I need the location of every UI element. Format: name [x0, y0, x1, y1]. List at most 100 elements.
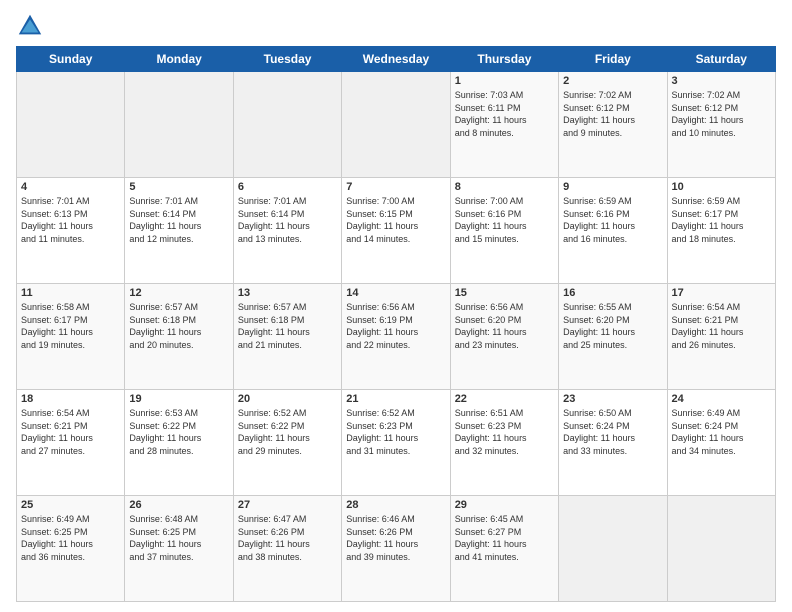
day-number: 11: [21, 287, 120, 299]
day-info: Sunrise: 6:50 AMSunset: 6:24 PMDaylight:…: [563, 407, 662, 457]
day-info: Sunrise: 6:54 AMSunset: 6:21 PMDaylight:…: [672, 301, 771, 351]
calendar-cell: 18Sunrise: 6:54 AMSunset: 6:21 PMDayligh…: [17, 390, 125, 496]
weekday-header-monday: Monday: [125, 47, 233, 72]
day-info: Sunrise: 7:01 AMSunset: 6:14 PMDaylight:…: [238, 195, 337, 245]
calendar-cell: 1Sunrise: 7:03 AMSunset: 6:11 PMDaylight…: [450, 72, 558, 178]
calendar-cell: 12 Sunrise: 6:57 AMSunset: 6:18 PMDayligh…: [125, 284, 233, 390]
weekday-header-friday: Friday: [559, 47, 667, 72]
day-info: Sunrise: 6:51 AMSunset: 6:23 PMDaylight:…: [455, 407, 554, 457]
day-info: Sunrise: 6:48 AMSunset: 6:25 PMDaylight:…: [129, 513, 228, 563]
weekday-header-row: SundayMondayTuesdayWednesdayThursdayFrid…: [17, 47, 776, 72]
calendar-cell: 17 Sunrise: 6:54 AMSunset: 6:21 PMDayligh…: [667, 284, 775, 390]
day-info: Sunrise: 7:00 AMSunset: 6:15 PMDaylight:…: [346, 195, 445, 245]
day-number: 10: [672, 181, 771, 193]
logo-icon: [16, 12, 44, 40]
calendar-cell: 5 Sunrise: 7:01 AMSunset: 6:14 PMDaylight…: [125, 178, 233, 284]
day-number: 23: [563, 393, 662, 405]
day-number: 17: [672, 287, 771, 299]
weekday-header-saturday: Saturday: [667, 47, 775, 72]
week-row-1: 1Sunrise: 7:03 AMSunset: 6:11 PMDaylight…: [17, 72, 776, 178]
day-number: 7: [346, 181, 445, 193]
day-info: Sunrise: 7:01 AMSunset: 6:13 PMDaylight:…: [21, 195, 120, 245]
day-number: 20: [238, 393, 337, 405]
day-number: 24: [672, 393, 771, 405]
day-number: 3: [672, 75, 771, 87]
calendar-cell: 24 Sunrise: 6:49 AMSunset: 6:24 PMDayligh…: [667, 390, 775, 496]
day-number: 14: [346, 287, 445, 299]
week-row-5: 25 Sunrise: 6:49 AMSunset: 6:25 PMDayligh…: [17, 496, 776, 602]
calendar-cell: 6 Sunrise: 7:01 AMSunset: 6:14 PMDaylight…: [233, 178, 341, 284]
calendar-cell: [233, 72, 341, 178]
calendar-cell: 11 Sunrise: 6:58 AMSunset: 6:17 PMDayligh…: [17, 284, 125, 390]
day-number: 16: [563, 287, 662, 299]
day-info: Sunrise: 6:49 AMSunset: 6:25 PMDaylight:…: [21, 513, 120, 563]
day-number: 2: [563, 75, 662, 87]
day-number: 28: [346, 499, 445, 511]
calendar-cell: 13 Sunrise: 6:57 AMSunset: 6:18 PMDayligh…: [233, 284, 341, 390]
day-number: 4: [21, 181, 120, 193]
day-number: 13: [238, 287, 337, 299]
calendar-cell: [667, 496, 775, 602]
day-info: Sunrise: 6:52 AMSunset: 6:23 PMDaylight:…: [346, 407, 445, 457]
day-number: 9: [563, 181, 662, 193]
page: SundayMondayTuesdayWednesdayThursdayFrid…: [0, 0, 792, 612]
day-number: 25: [21, 499, 120, 511]
day-info: Sunrise: 6:59 AMSunset: 6:17 PMDaylight:…: [672, 195, 771, 245]
week-row-2: 4 Sunrise: 7:01 AMSunset: 6:13 PMDaylight…: [17, 178, 776, 284]
day-number: 22: [455, 393, 554, 405]
day-info: Sunrise: 6:54 AMSunset: 6:21 PMDaylight:…: [21, 407, 120, 457]
weekday-header-wednesday: Wednesday: [342, 47, 450, 72]
header: [16, 12, 776, 40]
calendar: SundayMondayTuesdayWednesdayThursdayFrid…: [16, 46, 776, 602]
calendar-cell: 3 Sunrise: 7:02 AMSunset: 6:12 PMDaylight…: [667, 72, 775, 178]
calendar-cell: [125, 72, 233, 178]
week-row-3: 11 Sunrise: 6:58 AMSunset: 6:17 PMDayligh…: [17, 284, 776, 390]
calendar-cell: 21 Sunrise: 6:52 AMSunset: 6:23 PMDayligh…: [342, 390, 450, 496]
day-number: 26: [129, 499, 228, 511]
day-number: 21: [346, 393, 445, 405]
day-info: Sunrise: 7:00 AMSunset: 6:16 PMDaylight:…: [455, 195, 554, 245]
day-info: Sunrise: 6:56 AMSunset: 6:20 PMDaylight:…: [455, 301, 554, 351]
weekday-header-sunday: Sunday: [17, 47, 125, 72]
day-info: Sunrise: 6:46 AMSunset: 6:26 PMDaylight:…: [346, 513, 445, 563]
day-info: Sunrise: 7:01 AMSunset: 6:14 PMDaylight:…: [129, 195, 228, 245]
day-info: Sunrise: 6:56 AMSunset: 6:19 PMDaylight:…: [346, 301, 445, 351]
weekday-header-thursday: Thursday: [450, 47, 558, 72]
day-info: Sunrise: 6:47 AMSunset: 6:26 PMDaylight:…: [238, 513, 337, 563]
weekday-header-tuesday: Tuesday: [233, 47, 341, 72]
calendar-cell: [342, 72, 450, 178]
day-number: 29: [455, 499, 554, 511]
day-info: Sunrise: 7:02 AMSunset: 6:12 PMDaylight:…: [672, 89, 771, 139]
day-info: Sunrise: 6:59 AMSunset: 6:16 PMDaylight:…: [563, 195, 662, 245]
day-info: Sunrise: 6:58 AMSunset: 6:17 PMDaylight:…: [21, 301, 120, 351]
day-number: 15: [455, 287, 554, 299]
calendar-cell: 14 Sunrise: 6:56 AMSunset: 6:19 PMDayligh…: [342, 284, 450, 390]
day-number: 5: [129, 181, 228, 193]
day-info: Sunrise: 6:52 AMSunset: 6:22 PMDaylight:…: [238, 407, 337, 457]
day-info: Sunrise: 7:03 AMSunset: 6:11 PMDaylight:…: [455, 89, 554, 139]
day-number: 19: [129, 393, 228, 405]
day-info: Sunrise: 6:57 AMSunset: 6:18 PMDaylight:…: [238, 301, 337, 351]
calendar-cell: [559, 496, 667, 602]
calendar-cell: 27 Sunrise: 6:47 AMSunset: 6:26 PMDayligh…: [233, 496, 341, 602]
calendar-cell: 4 Sunrise: 7:01 AMSunset: 6:13 PMDaylight…: [17, 178, 125, 284]
calendar-cell: 10 Sunrise: 6:59 AMSunset: 6:17 PMDayligh…: [667, 178, 775, 284]
calendar-cell: 16Sunrise: 6:55 AMSunset: 6:20 PMDayligh…: [559, 284, 667, 390]
day-info: Sunrise: 6:49 AMSunset: 6:24 PMDaylight:…: [672, 407, 771, 457]
calendar-cell: 29 Sunrise: 6:45 AMSunset: 6:27 PMDayligh…: [450, 496, 558, 602]
calendar-cell: 8Sunrise: 7:00 AMSunset: 6:16 PMDaylight…: [450, 178, 558, 284]
calendar-cell: 20 Sunrise: 6:52 AMSunset: 6:22 PMDayligh…: [233, 390, 341, 496]
day-info: Sunrise: 6:57 AMSunset: 6:18 PMDaylight:…: [129, 301, 228, 351]
calendar-cell: [17, 72, 125, 178]
day-info: Sunrise: 6:53 AMSunset: 6:22 PMDaylight:…: [129, 407, 228, 457]
day-number: 27: [238, 499, 337, 511]
calendar-cell: 9 Sunrise: 6:59 AMSunset: 6:16 PMDaylight…: [559, 178, 667, 284]
day-info: Sunrise: 6:45 AMSunset: 6:27 PMDaylight:…: [455, 513, 554, 563]
calendar-cell: 2Sunrise: 7:02 AMSunset: 6:12 PMDaylight…: [559, 72, 667, 178]
calendar-cell: 15 Sunrise: 6:56 AMSunset: 6:20 PMDayligh…: [450, 284, 558, 390]
calendar-cell: 26 Sunrise: 6:48 AMSunset: 6:25 PMDayligh…: [125, 496, 233, 602]
day-number: 12: [129, 287, 228, 299]
calendar-cell: 7 Sunrise: 7:00 AMSunset: 6:15 PMDaylight…: [342, 178, 450, 284]
day-number: 6: [238, 181, 337, 193]
calendar-cell: 22 Sunrise: 6:51 AMSunset: 6:23 PMDayligh…: [450, 390, 558, 496]
